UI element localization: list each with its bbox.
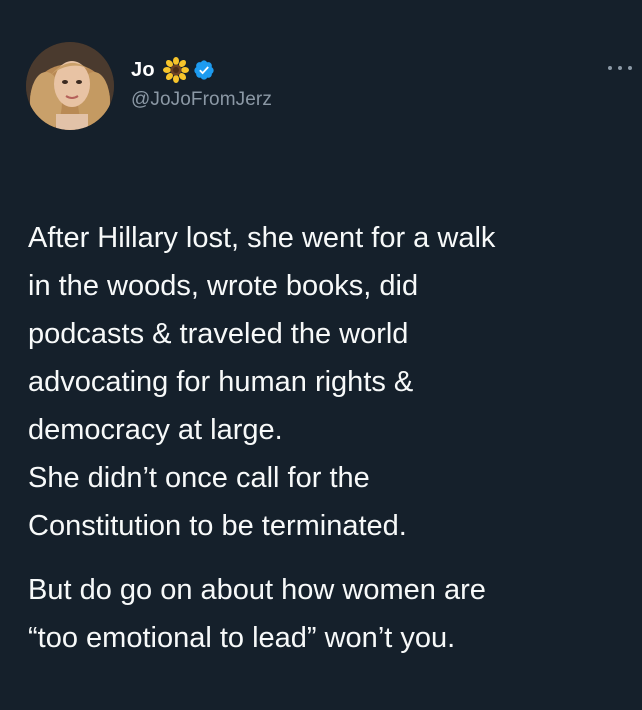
- tweet-paragraph: After Hillary lost, she went for a walk …: [28, 222, 496, 542]
- display-name[interactable]: Jo: [131, 59, 155, 82]
- more-dot: [618, 66, 622, 70]
- tweet-paragraph: But do go on about how women are “too em…: [28, 574, 486, 654]
- author-name-row: Jo: [131, 57, 215, 83]
- sunflower-icon: [162, 57, 189, 83]
- avatar-photo: [26, 42, 114, 130]
- more-dot: [628, 66, 632, 70]
- more-options-icon[interactable]: [608, 62, 632, 74]
- verified-badge-icon: [193, 59, 215, 81]
- author-handle[interactable]: @JoJoFromJerz: [131, 89, 272, 111]
- tweet-body: After Hillary lost, she went for a walk …: [28, 166, 628, 710]
- avatar[interactable]: [26, 42, 114, 130]
- tweet-card: Jo @JoJoFromJerz After Hillary lost, she…: [0, 0, 642, 654]
- more-dot: [608, 66, 612, 70]
